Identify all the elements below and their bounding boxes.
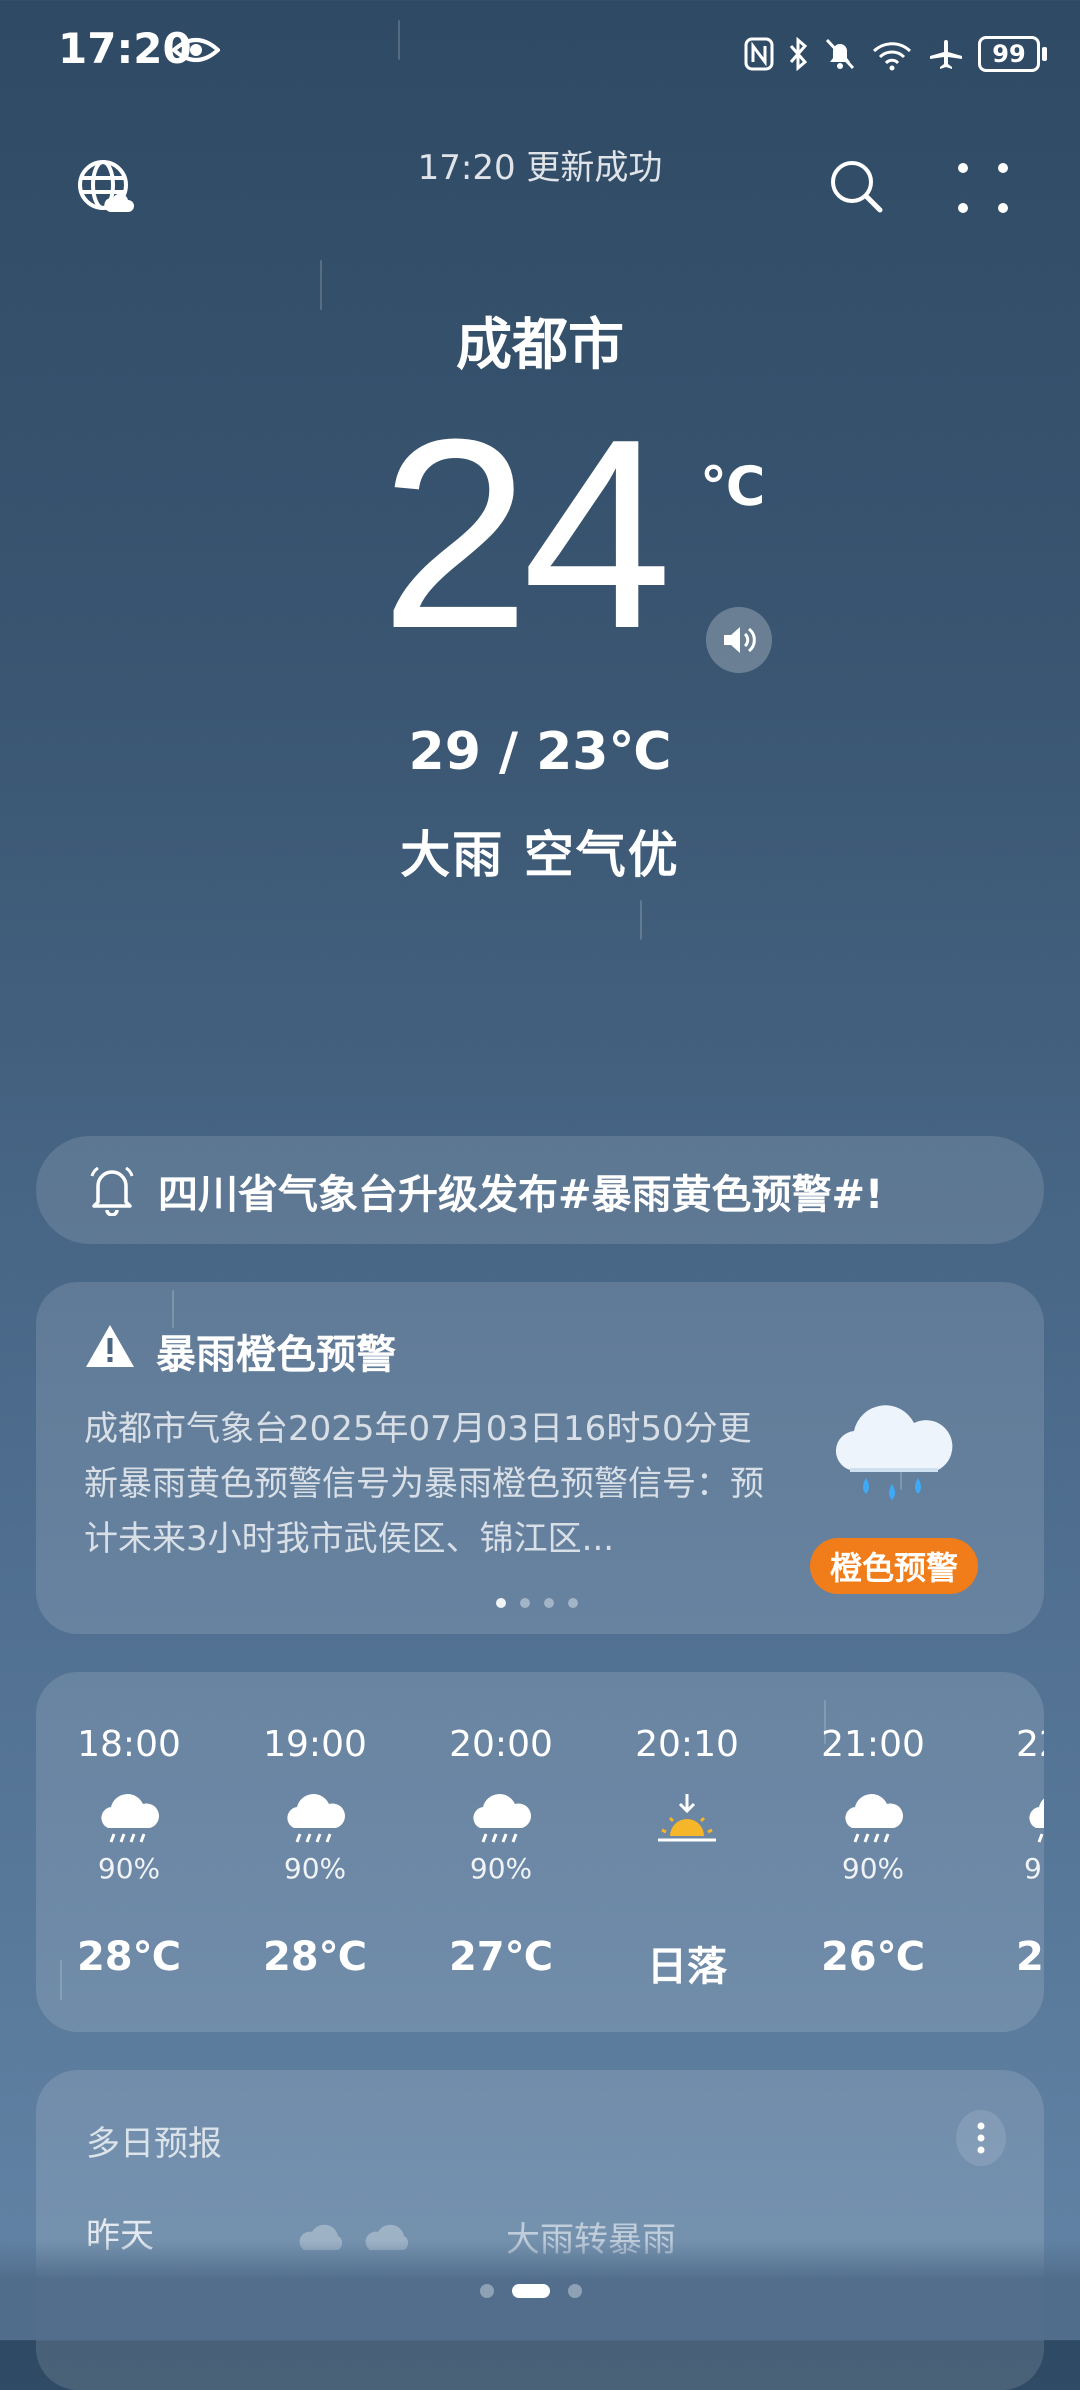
hour-precip: 90% [841, 1852, 905, 1885]
hour-precip: 9 [1024, 1852, 1042, 1885]
alert-banner[interactable]: 四川省气象台升级发布#暴雨黄色预警#! [36, 1136, 1044, 1244]
battery-icon: 99 [978, 36, 1047, 72]
warning-card[interactable]: 暴雨橙色预警 成都市气象台2025年07月03日16时50分更新暴雨黄色预警信号… [36, 1282, 1044, 1634]
page-dot [480, 2284, 494, 2298]
sunset-icon [658, 1794, 716, 1842]
rain-cloud-icon [473, 1794, 531, 1843]
page-dot [544, 1598, 554, 1608]
multi-day-title: 多日预报 [86, 2124, 222, 2164]
mute-bell-icon [825, 38, 855, 70]
more-vertical-icon [977, 2122, 985, 2154]
city-name: 成都市 [456, 313, 624, 378]
rain-cloud-icon [101, 1794, 159, 1843]
globe-cloud-icon[interactable] [76, 158, 134, 216]
heavy-rain-icon [835, 1405, 953, 1500]
warning-icon [86, 1325, 134, 1367]
page-dot [568, 1598, 578, 1608]
current-temperature: 24 [380, 384, 672, 685]
temperature-range: 29 / 23℃ [408, 722, 672, 782]
hour-temp: 28℃ [262, 1934, 368, 1980]
page-dot [496, 1598, 506, 1608]
hour-time: 20:00 [449, 1724, 553, 1765]
weather-condition: 大雨 空气优 [400, 826, 680, 884]
hourly-item[interactable]: 18:00 90% 28℃ [36, 1672, 222, 2032]
warning-level-badge: 橙色预警 [810, 1538, 978, 1594]
hour-precip: 90% [283, 1852, 347, 1885]
rain-cloud-icon [845, 1794, 903, 1843]
rain-cloud-icon [1029, 1798, 1044, 1843]
page-dot [520, 1598, 530, 1608]
page-dot-active [512, 2284, 550, 2298]
page-dot [568, 2284, 582, 2298]
hourly-item[interactable]: 19:00 90% 28℃ [222, 1672, 408, 2032]
hourly-item[interactable]: 20:00 90% 27℃ [408, 1672, 594, 2032]
status-bar: 17:20 99 [0, 0, 1080, 110]
status-icons: 99 [744, 26, 1047, 82]
warning-page-indicator [496, 1598, 578, 1608]
update-status: 17:20 更新成功 [417, 148, 663, 188]
hourly-item[interactable]: 22 9 2 [966, 1672, 1044, 2032]
search-icon[interactable] [828, 158, 884, 214]
nfc-icon [744, 37, 774, 71]
multi-day-more-button[interactable] [956, 2110, 1006, 2166]
warning-body: 成都市气象台2025年07月03日16时50分更新暴雨黄色预警信号为暴雨橙色预警… [84, 1409, 764, 1559]
hour-time: 22 [1016, 1724, 1044, 1765]
multi-day-forecast[interactable]: 多日预报 昨天 大雨转暴雨 [36, 2070, 1044, 2390]
rain-streak [640, 900, 642, 940]
more-icon[interactable] [955, 160, 1011, 216]
hourly-forecast[interactable]: 18:00 90% 28℃ 19:00 90% 28℃ 20:00 90% 27… [36, 1672, 1044, 2032]
hour-time: 18:00 [77, 1724, 181, 1765]
temperature-unit: ℃ [700, 455, 766, 518]
alert-banner-text: 四川省气象台升级发布#暴雨黄色预警#! [158, 1172, 884, 1218]
hour-precip: 90% [97, 1852, 161, 1885]
hour-temp: 26℃ [820, 1934, 926, 1980]
hour-precip: 90% [469, 1852, 533, 1885]
hour-temp: 2 [1016, 1934, 1044, 1980]
bell-icon [90, 1166, 134, 1216]
city-page-indicator [480, 2284, 582, 2298]
hour-temp: 日落 [647, 1944, 727, 1990]
rain-cloud-icon [287, 1794, 345, 1843]
hourly-item[interactable]: 20:10 日落 [594, 1672, 780, 2032]
speaker-button[interactable] [706, 607, 772, 673]
hour-temp: 27℃ [448, 1934, 554, 1980]
eye-icon [172, 38, 220, 62]
hour-time: 19:00 [263, 1724, 367, 1765]
speaker-icon [724, 627, 756, 653]
warning-title: 暴雨橙色预警 [156, 1332, 396, 1378]
wifi-icon [872, 42, 912, 71]
airplane-icon [930, 40, 962, 69]
hour-temp: 28℃ [76, 1934, 182, 1980]
hour-time: 21:00 [821, 1724, 925, 1765]
hour-time: 20:10 [635, 1724, 739, 1765]
bluetooth-icon [789, 37, 808, 71]
hourly-item[interactable]: 21:00 90% 26℃ [780, 1672, 966, 2032]
